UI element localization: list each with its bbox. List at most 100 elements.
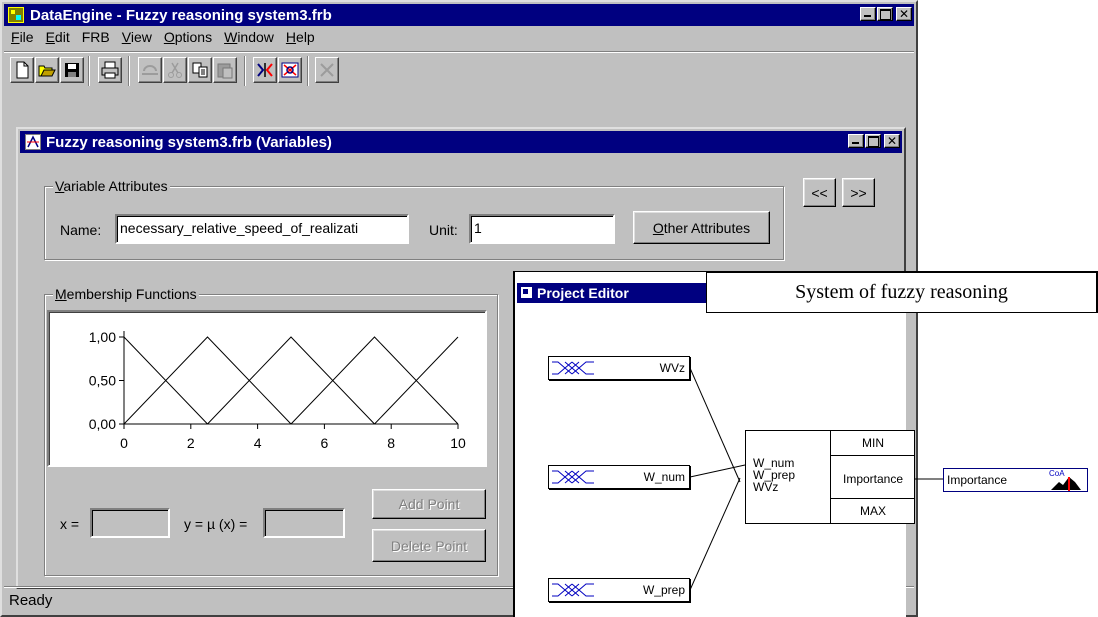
membership-function-4 [290, 336, 459, 425]
paste-button[interactable] [213, 57, 237, 83]
menu-view[interactable]: View [117, 28, 159, 48]
toolbar-separator [307, 56, 309, 86]
membership-functions-legend: Membership Functions [53, 286, 199, 302]
delete-button[interactable] [315, 57, 339, 83]
name-input[interactable]: necessary_relative_speed_of_realizati [115, 214, 409, 244]
inspect-icon [281, 62, 299, 78]
inspect-button[interactable] [278, 57, 302, 83]
copy-button[interactable] [188, 57, 212, 83]
cut-button[interactable] [163, 57, 187, 83]
input-node-wvz[interactable]: WVz [548, 356, 690, 380]
rule-divider [831, 498, 915, 499]
print-button[interactable] [98, 57, 122, 83]
x-tick-label: 2 [187, 435, 195, 451]
name-label: Name: [60, 222, 102, 238]
close-icon[interactable]: ✕ [896, 7, 912, 21]
menu-options[interactable]: Options [159, 28, 219, 48]
new-document-icon [16, 61, 29, 79]
toolbar-separator [88, 56, 90, 86]
other-attributes-button[interactable]: Other Attributes [633, 211, 770, 244]
unit-input[interactable]: 1 [469, 214, 615, 244]
project-editor-title: Project Editor [537, 285, 629, 301]
toolbar [4, 51, 914, 87]
input-node-w-num[interactable]: W_num [548, 465, 690, 489]
x-tick-label: 4 [254, 435, 262, 451]
y-tick-label: 1,00 [89, 329, 116, 345]
menu-help[interactable]: Help [281, 28, 322, 48]
menu-frb[interactable]: FRB [77, 28, 117, 48]
toolbar-separator [128, 56, 130, 86]
delete-icon [320, 63, 334, 77]
menubar: File Edit FRB View Options Window Help [6, 28, 322, 48]
edit-toolbar-group [138, 57, 238, 85]
membership-function-2 [123, 336, 292, 425]
minimize-icon[interactable] [848, 134, 864, 148]
undo-button[interactable] [138, 57, 162, 83]
edit-rule-button[interactable] [253, 57, 277, 83]
print-toolbar-group [98, 57, 123, 85]
delete-point-button[interactable]: Delete Point [372, 529, 486, 562]
close-icon[interactable]: ✕ [884, 134, 900, 148]
x-tick-label: 0 [120, 435, 128, 451]
x-tick-label: 8 [387, 435, 395, 451]
y-tick-label: 0,50 [89, 373, 116, 389]
save-icon [65, 63, 79, 77]
menu-edit[interactable]: Edit [41, 28, 77, 48]
output-node-importance[interactable]: Importance CoA [943, 468, 1088, 492]
previous-variable-button[interactable]: << [803, 178, 836, 207]
unit-label: Unit: [429, 222, 458, 238]
open-folder-icon [38, 65, 56, 77]
edit-rule-icon [257, 63, 273, 77]
max-operator-label: MAX [859, 504, 886, 518]
file-toolbar-group [10, 57, 85, 85]
menu-window[interactable]: Window [219, 28, 281, 48]
rule-block[interactable]: W_num W_prep WVz MIN Importance MAX [745, 430, 915, 524]
fuzzy-set-icon [552, 470, 594, 484]
x-tick-label: 6 [321, 435, 329, 451]
fuzzy-set-icon [552, 583, 594, 597]
dataengine-app-icon [8, 7, 24, 23]
new-document-button[interactable] [10, 57, 34, 83]
rule-block-inputs: W_num W_prep WVz [746, 431, 830, 523]
undo-icon [142, 65, 158, 75]
x-value-field[interactable] [90, 508, 170, 538]
variables-window-icon [25, 134, 41, 150]
membership-chart-svg: 1,00 0,50 0,000 2 4 6 8 10 [89, 329, 466, 451]
project-editor-titlebar[interactable]: Project Editor [517, 283, 711, 303]
toolbar-separator [244, 56, 246, 86]
y-value-field[interactable] [263, 508, 345, 538]
maximize-icon[interactable] [865, 134, 881, 148]
variables-titlebar[interactable]: Fuzzy reasoning system3.frb (Variables) … [20, 131, 902, 153]
importance-label: Importance [842, 472, 904, 486]
add-point-button[interactable]: Add Point [372, 489, 486, 519]
save-button[interactable] [60, 57, 84, 83]
delete-toolbar-group [315, 57, 340, 85]
next-variable-button[interactable]: >> [842, 178, 875, 207]
fuzzy-set-icon [552, 361, 594, 375]
print-icon [101, 61, 119, 79]
app-titlebar[interactable]: DataEngine - Fuzzy reasoning system3.frb… [4, 4, 914, 26]
rule-block-operators: MIN Importance MAX [830, 431, 915, 523]
paste-icon [217, 63, 233, 79]
menu-file[interactable]: File [6, 28, 41, 48]
input-node-w-prep[interactable]: W_prep [548, 578, 690, 602]
output-label: Importance [947, 473, 1008, 487]
app-title: DataEngine - Fuzzy reasoning system3.frb [30, 6, 332, 24]
membership-function-3 [207, 336, 375, 425]
defuzzification-icon [1051, 477, 1081, 491]
copy-icon [192, 62, 208, 78]
y-label: y = µ (x) = [184, 516, 248, 532]
membership-chart[interactable]: 1,00 0,50 0,00 0 2 4 6 8 10 [47, 310, 487, 467]
minimize-icon[interactable] [860, 7, 876, 21]
variables-window-title: Fuzzy reasoning system3.frb (Variables) [46, 133, 332, 151]
x-label: x = [60, 516, 80, 532]
project-editor-icon [521, 287, 532, 298]
rule-toolbar-group [253, 57, 303, 85]
x-tick-label: 10 [450, 435, 466, 451]
maximize-icon[interactable] [877, 7, 893, 21]
open-button[interactable] [35, 57, 59, 83]
figure-caption: System of fuzzy reasoning [706, 271, 1098, 313]
rule-input-label: WVz [753, 480, 779, 494]
variable-attributes-legend: Variable Attributes [53, 178, 170, 194]
cut-icon [168, 62, 182, 78]
